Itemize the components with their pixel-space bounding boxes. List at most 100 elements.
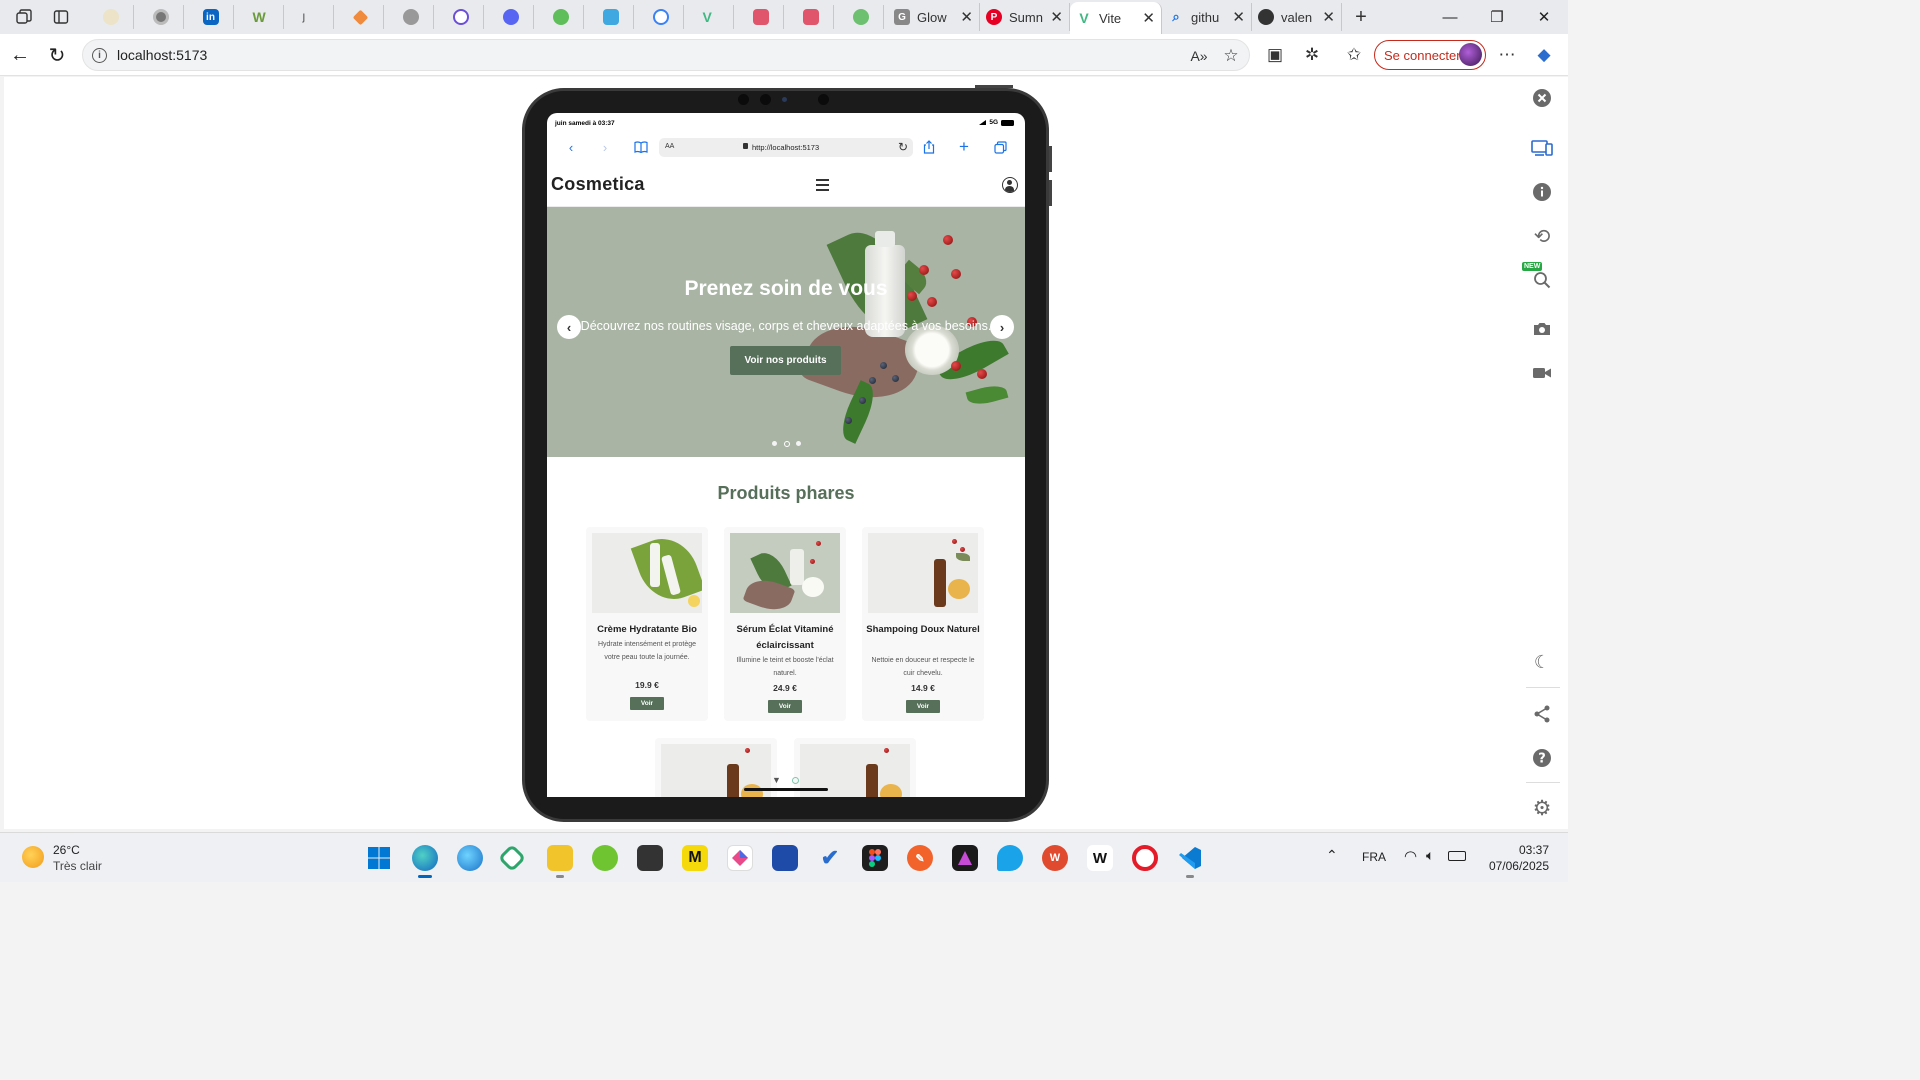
read-aloud-icon[interactable]: A» [1187,44,1211,68]
pinned-tab-2[interactable] [138,5,184,29]
back-icon[interactable]: ← [6,41,34,69]
pinned-tab-7[interactable] [388,5,434,29]
game-app-icon[interactable] [637,845,663,871]
site-info-icon[interactable]: i [92,48,107,63]
minimize-icon[interactable]: — [1427,5,1473,29]
vertical-tabs-icon[interactable] [48,5,74,29]
file-explorer-icon[interactable] [547,845,573,878]
pinned-tab-8[interactable] [438,5,484,29]
weather-widget[interactable]: 26°C Très clair [22,842,142,876]
pinned-tab-16[interactable] [838,5,884,29]
info-icon[interactable] [1530,180,1554,204]
language-indicator[interactable]: FRA [1362,850,1386,864]
battery-icon[interactable] [1448,851,1466,861]
edge-dev-icon[interactable] [457,845,483,871]
pinned-tab-9[interactable] [488,5,534,29]
help-icon[interactable]: ? [1530,746,1554,770]
safari-url[interactable]: http://localhost:5173 [752,143,819,152]
cloud-app-icon[interactable] [592,845,618,871]
carousel-dot-3[interactable] [796,441,801,446]
carousel-next-icon[interactable]: › [990,315,1014,339]
favorites-icon[interactable]: ✩ [1342,43,1366,67]
sign-in-button[interactable]: Se connecter [1374,40,1486,70]
figma-icon[interactable] [862,845,888,871]
address-url[interactable]: localhost:5173 [117,47,207,63]
miro-icon[interactable]: M [682,845,708,871]
safari-address-field[interactable]: AA http://localhost:5173 ↻ [659,138,913,157]
safari-forward-icon[interactable]: › [597,139,613,155]
safari-reload-icon[interactable]: ↻ [898,140,908,154]
pinned-tab-11[interactable] [588,5,634,29]
pinned-tab-4[interactable]: W [238,5,284,29]
tab-glow[interactable]: G Glow ✕ [888,3,980,31]
copilot-icon[interactable]: ◆ [1532,43,1556,67]
hamburger-menu-icon[interactable] [816,179,829,191]
pinned-tab-6[interactable] [338,5,384,29]
address-field[interactable]: i localhost:5173 A» ☆ [82,39,1250,71]
todo-check-icon[interactable]: ✔ [817,845,843,871]
blue-app-icon[interactable] [997,845,1023,871]
pinned-tab-13[interactable]: V [688,5,734,29]
tab-vite[interactable]: V Vite ✕ [1070,2,1162,34]
product-card[interactable]: Crème Hydratante Bio Hydrate intensément… [586,527,708,721]
share-icon[interactable] [1530,702,1554,726]
view-product-button[interactable]: Voir [906,700,940,713]
clock[interactable]: 03:37 07/06/2025 [1483,842,1549,874]
w-app-icon[interactable]: W [1087,845,1113,871]
record-video-icon[interactable] [1530,361,1554,385]
screenshot-camera-icon[interactable] [1530,317,1554,341]
new-tab-plus-icon[interactable]: + [956,137,972,156]
edge-icon[interactable] [412,845,438,878]
product-card[interactable]: Sérum Éclat Vitaminé éclaircissant Illum… [724,527,846,721]
extensions-puzzle-icon[interactable]: ✲ [1300,43,1324,67]
site-logo[interactable]: Cosmetica [551,174,645,195]
text-size-button[interactable]: AA [665,143,674,150]
device-emulation-icon[interactable] [1530,136,1554,160]
favorite-star-icon[interactable]: ☆ [1219,44,1243,68]
pen-app-icon[interactable]: ✎ [907,845,933,871]
start-windows-icon[interactable] [366,845,392,871]
green-app-icon[interactable] [497,843,527,873]
rotate-icon[interactable]: ⟲ [1530,224,1554,248]
close-tab-icon[interactable]: ✕ [1142,9,1155,27]
pinned-tab-5[interactable]: ȷ [288,5,334,29]
whiteboard-icon[interactable] [772,845,798,871]
wps-icon[interactable]: W [1042,845,1068,871]
bookmarks-icon[interactable] [633,139,649,155]
user-account-icon[interactable] [1002,177,1018,193]
volume-icon[interactable]: 🔈︎ [1426,847,1434,864]
tab-github-search[interactable]: ⌕ githu ✕ [1162,3,1252,31]
tab-github[interactable]: valen ✕ [1252,3,1342,31]
extension-shield-icon[interactable]: ▣ [1263,43,1287,67]
close-tab-icon[interactable]: ✕ [1050,8,1063,26]
zoom-icon[interactable]: NEW [1522,262,1554,292]
product-card[interactable]: Shampoing Doux Naturel Nettoie en douceu… [862,527,984,721]
new-tab-icon[interactable]: + [1348,5,1374,29]
close-tab-icon[interactable]: ✕ [1232,8,1245,26]
more-menu-icon[interactable]: ⋯ [1495,43,1519,67]
wifi-icon[interactable]: ◠ [1404,847,1417,865]
carousel-prev-icon[interactable]: ‹ [557,315,581,339]
opera-icon[interactable] [1132,845,1158,871]
close-tab-icon[interactable]: ✕ [960,8,973,26]
pinned-tab-14[interactable] [738,5,784,29]
refresh-icon[interactable]: ↻ [43,41,71,69]
pinned-tab-12[interactable] [638,5,684,29]
close-tab-icon[interactable]: ✕ [1322,8,1335,26]
close-emulation-icon[interactable] [1530,86,1554,110]
tray-chevron-up-icon[interactable]: ⌃ [1326,847,1338,864]
carousel-dot-2[interactable] [784,440,790,447]
pinned-tab-1[interactable] [88,5,134,29]
tab-pinterest[interactable]: P Sumn ✕ [980,3,1070,31]
affinity-icon[interactable] [952,845,978,871]
pinned-tab-3[interactable]: in [188,5,234,29]
safari-back-icon[interactable]: ‹ [563,139,579,155]
share-icon[interactable] [921,139,937,155]
settings-gear-icon[interactable]: ⚙ [1530,796,1554,820]
diamond-app-icon[interactable] [727,845,753,871]
close-window-icon[interactable]: ✕ [1521,5,1567,29]
vscode-icon[interactable] [1177,845,1203,878]
pinned-tab-10[interactable] [538,5,584,29]
scroll-down-icon[interactable]: ▼ [772,775,781,785]
workspaces-icon[interactable] [11,5,37,29]
